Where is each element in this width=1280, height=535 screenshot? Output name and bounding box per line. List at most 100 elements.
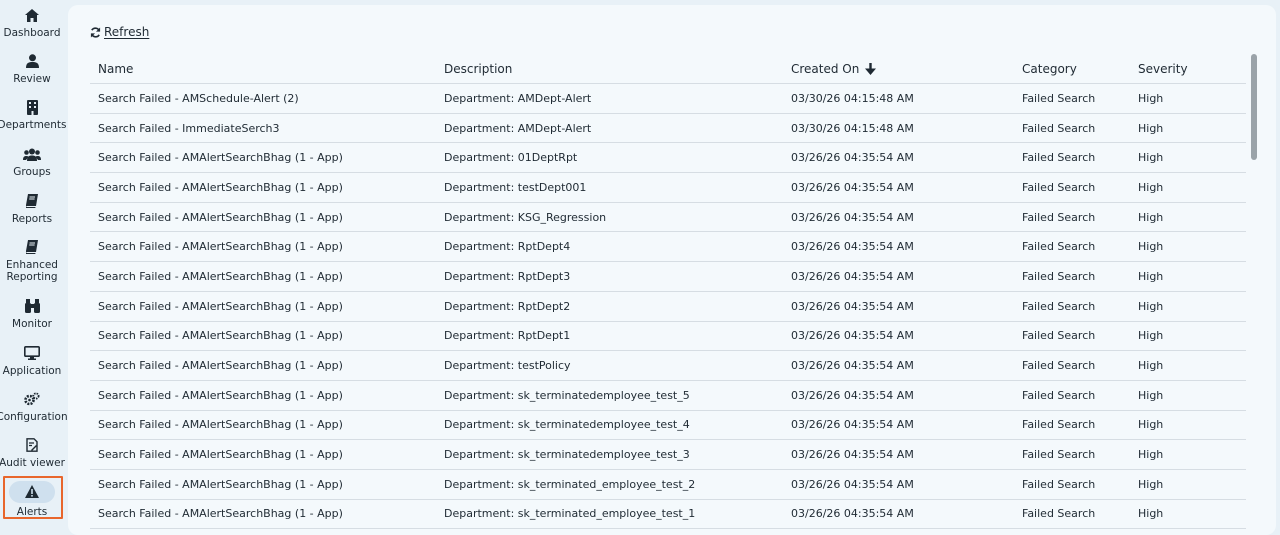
cell-name: Search Failed - AMAlertSearchBhag (1 - A… xyxy=(98,180,343,194)
table-row[interactable]: Search Failed - AMAlertSearchBhag (1 - A… xyxy=(90,143,1246,174)
cell-description: Department: sk_terminated_employee_test_… xyxy=(444,477,696,491)
sidebar-nav: Dashboard Review Departments Groups Repo… xyxy=(0,0,68,530)
cell-description: Department: testPolicy xyxy=(444,359,571,373)
cell-name: Search Failed - AMAlertSearchBhag (1 - A… xyxy=(98,151,343,165)
cell-severity: High xyxy=(1138,448,1164,462)
sidebar-item-reports[interactable]: Reports xyxy=(0,192,64,225)
cell-severity: High xyxy=(1138,299,1164,313)
sidebar-item-monitor[interactable]: Monitor xyxy=(0,297,64,330)
table-row[interactable]: Search Failed - AMSchedule-Alert (2) Depa… xyxy=(90,84,1246,114)
cell-category: Failed Search xyxy=(1022,359,1096,373)
sidebar-item-label: Application xyxy=(2,365,62,377)
cell-created-on: 03/26/26 04:35:54 AM xyxy=(791,299,914,313)
column-header-severity[interactable]: Severity xyxy=(1138,55,1188,83)
cell-created-on: 03/26/26 04:35:54 AM xyxy=(791,448,914,462)
cell-category: Failed Search xyxy=(1022,418,1096,432)
cell-severity: High xyxy=(1138,477,1164,491)
cell-name: Search Failed - AMAlertSearchBhag (1 - A… xyxy=(98,210,343,224)
table-row[interactable]: Search Failed - ImmediateSerch3 Departmen… xyxy=(90,114,1246,144)
column-header-category[interactable]: Category xyxy=(1022,55,1077,83)
cell-name: Search Failed - AMAlertSearchBhag (1 - A… xyxy=(98,329,343,343)
sidebar-item-audit-viewer[interactable]: Audit viewer xyxy=(0,436,65,469)
cell-created-on: 03/30/26 04:15:48 AM xyxy=(791,121,914,135)
binoculars-icon xyxy=(24,297,40,315)
cell-created-on: 03/26/26 04:35:54 AM xyxy=(791,507,914,521)
cell-severity: High xyxy=(1138,91,1164,105)
cell-severity: High xyxy=(1138,507,1164,521)
cell-category: Failed Search xyxy=(1022,388,1096,402)
cell-name: Search Failed - AMAlertSearchBhag (1 - A… xyxy=(98,269,343,283)
cell-created-on: 03/30/26 04:15:48 AM xyxy=(791,91,914,105)
monitor-icon xyxy=(24,344,40,362)
table-row[interactable]: Search Failed - AMAlertSearchBhag (1 - A… xyxy=(90,232,1246,263)
cell-severity: High xyxy=(1138,151,1164,165)
table-row[interactable]: Search Failed - AMAlertSearchBhag (1 - A… xyxy=(90,470,1246,500)
sidebar-item-application[interactable]: Application xyxy=(0,344,64,377)
cell-description: Department: sk_terminatedemployee_test_5 xyxy=(444,388,690,402)
cell-description: Department: AMDept-Alert xyxy=(444,121,592,135)
vertical-scrollbar[interactable] xyxy=(1251,54,1257,160)
sidebar-item-departments[interactable]: Departments xyxy=(0,98,67,131)
cell-category: Failed Search xyxy=(1022,448,1096,462)
cell-created-on: 03/26/26 04:35:54 AM xyxy=(791,388,914,402)
table-row[interactable]: Search Failed - AMAlertSearchBhag (1 - A… xyxy=(90,262,1246,292)
home-icon xyxy=(25,6,39,24)
sidebar-item-configuration[interactable]: Configuration xyxy=(0,390,68,423)
sidebar-item-dashboard[interactable]: Dashboard xyxy=(0,6,64,39)
cell-name: Search Failed - AMAlertSearchBhag (1 - A… xyxy=(98,299,343,313)
cell-created-on: 03/26/26 04:35:54 AM xyxy=(791,210,914,224)
sidebar-item-review[interactable]: Review xyxy=(0,52,64,85)
cell-severity: High xyxy=(1138,121,1164,135)
cell-name: Search Failed - ImmediateSerch3 xyxy=(98,121,280,135)
cell-created-on: 03/26/26 04:35:54 AM xyxy=(791,477,914,491)
cell-category: Failed Search xyxy=(1022,269,1096,283)
cell-category: Failed Search xyxy=(1022,477,1096,491)
table-header: Name Description Created On Category Sev… xyxy=(90,55,1246,84)
cell-category: Failed Search xyxy=(1022,507,1096,521)
sidebar-item-label: Monitor xyxy=(12,318,52,330)
table-row[interactable]: Search Failed - AMAlertSearchBhag (1 - A… xyxy=(90,500,1246,530)
table-row[interactable]: Search Failed - AMAlertSearchBhag (1 - A… xyxy=(90,173,1246,203)
cell-category: Failed Search xyxy=(1022,240,1096,254)
table-row[interactable]: Search Failed - AMAlertSearchBhag (1 - A… xyxy=(90,322,1246,352)
cell-description: Department: sk_terminated_employee_test_… xyxy=(444,507,696,521)
refresh-button[interactable]: Refresh xyxy=(90,25,149,39)
document-edit-icon xyxy=(26,436,38,454)
cell-description: Department: sk_terminatedemployee_test_4 xyxy=(444,418,690,432)
cell-name: Search Failed - AMAlertSearchBhag (1 - A… xyxy=(98,240,343,254)
table-row[interactable]: Search Failed - AMAlertSearchBhag (1 - A… xyxy=(90,351,1246,381)
gears-icon xyxy=(24,390,40,408)
table-row[interactable]: Search Failed - AMAlertSearchBhag (1 - A… xyxy=(90,381,1246,411)
column-header-name[interactable]: Name xyxy=(98,55,133,83)
table-row[interactable]: Search Failed - AMAlertSearchBhag (1 - A… xyxy=(90,292,1246,322)
cell-name: Search Failed - AMAlertSearchBhag (1 - A… xyxy=(98,359,343,373)
column-header-label: Created On xyxy=(791,62,860,76)
sidebar-item-groups[interactable]: Groups xyxy=(0,145,64,178)
cell-category: Failed Search xyxy=(1022,151,1096,165)
active-item-frame xyxy=(3,476,63,519)
cell-category: Failed Search xyxy=(1022,91,1096,105)
cell-severity: High xyxy=(1138,269,1164,283)
sidebar-item-label: Audit viewer xyxy=(0,457,65,469)
book-icon xyxy=(26,238,38,256)
cell-category: Failed Search xyxy=(1022,180,1096,194)
cell-name: Search Failed - AMAlertSearchBhag (1 - A… xyxy=(98,388,343,402)
column-header-created-on[interactable]: Created On xyxy=(791,55,877,83)
cell-created-on: 03/26/26 04:35:54 AM xyxy=(791,180,914,194)
sidebar-item-label: Reports xyxy=(11,213,53,225)
sidebar-item-enhanced-reporting[interactable]: Enhanced Reporting xyxy=(0,238,64,283)
table-row[interactable]: Search Failed - AMAlertSearchBhag (1 - A… xyxy=(90,411,1246,441)
cell-severity: High xyxy=(1138,210,1164,224)
cell-category: Failed Search xyxy=(1022,210,1096,224)
cell-name: Search Failed - AMAlertSearchBhag (1 - A… xyxy=(98,448,343,462)
cell-created-on: 03/26/26 04:35:54 AM xyxy=(791,359,914,373)
table-row[interactable]: Search Failed - AMAlertSearchBhag (1 - A… xyxy=(90,440,1246,470)
sidebar-item-label: Review xyxy=(13,73,51,85)
cell-description: Department: KSG_Regression xyxy=(444,210,607,224)
table-row[interactable]: Search Failed - AMAlertSearchBhag (1 - A… xyxy=(90,203,1246,233)
cell-category: Failed Search xyxy=(1022,299,1096,313)
cell-severity: High xyxy=(1138,329,1164,343)
column-header-description[interactable]: Description xyxy=(444,55,512,83)
user-icon xyxy=(25,52,39,70)
book-icon xyxy=(26,192,38,210)
